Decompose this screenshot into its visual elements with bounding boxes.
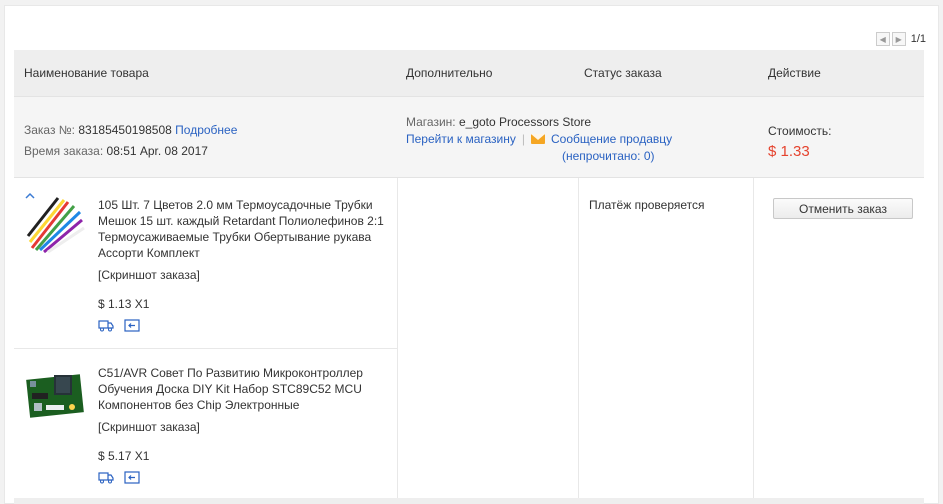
cost-value: $ 1.33 [768,143,810,160]
header-status: Статус заказа [584,66,662,80]
message-seller-link[interactable]: Сообщение продавцу [551,132,672,146]
list-item: C51/AVR Совет По Развитию Микроконтролле… [14,349,397,500]
order-number: 83185450198508 [78,123,172,137]
column-divider [578,178,579,500]
cancel-order-button[interactable]: Отменить заказ [773,198,913,219]
order-header: Заказ №: 83185450198508 Подробнее Время … [14,96,924,178]
go-to-store-link[interactable]: Перейти к магазину [406,132,516,146]
store-name: e_goto Processors Store [458,115,592,129]
order-number-label: Заказ №: [24,123,76,137]
separator: | [521,132,525,146]
list-item: 105 Шт. 7 Цветов 2.0 мм Термоусадочные Т… [14,178,397,349]
header-action: Действие [768,66,821,80]
column-divider [753,178,754,500]
product-thumbnail-heat-shrink[interactable] [24,192,86,254]
order-time: 08:51 Apr. 08 2017 [106,144,208,158]
product-price-qty: $ 1.13 X1 [98,297,150,311]
next-page-icon[interactable]: ▶ [891,32,906,46]
shipping-truck-icon[interactable] [98,319,114,332]
order-screenshot-link[interactable]: [Скриншот заказа] [98,419,392,435]
next-order-strip [14,498,924,504]
order-time-label: Время заказа: [24,144,104,158]
store-label: Магазин: [406,115,456,129]
table-header: Наименование товара Дополнительно Статус… [14,50,924,96]
order-details-link[interactable]: Подробнее [175,123,237,137]
product-info: C51/AVR Совет По Развитию Микроконтролле… [98,365,392,484]
column-divider [397,178,398,500]
page-indicator: 1/1 [910,33,926,45]
store-info: Магазин: e_goto Processors Store Перейти… [406,114,672,165]
order-body: 105 Шт. 7 Цветов 2.0 мм Термоусадочные Т… [14,178,924,500]
unread-count-link[interactable]: (непрочитано: 0) [406,148,672,165]
product-info: 105 Шт. 7 Цветов 2.0 мм Термоусадочные Т… [98,197,392,332]
order-info: Заказ №: 83185450198508 Подробнее Время … [24,120,237,162]
cost-label: Стоимость: [768,124,832,138]
order-status: Платёж проверяется [589,198,705,212]
shipping-truck-icon[interactable] [98,471,114,484]
header-product-name: Наименование товара [24,66,149,80]
header-extra: Дополнительно [406,66,493,80]
order-screenshot-link[interactable]: [Скриншот заказа] [98,267,392,283]
product-title[interactable]: C51/AVR Совет По Развитию Микроконтролле… [98,365,392,413]
pagination: ◀ ▶ 1/1 [875,32,926,46]
product-title[interactable]: 105 Шт. 7 Цветов 2.0 мм Термоусадочные Т… [98,197,392,261]
product-price-qty: $ 5.17 X1 [98,449,150,463]
prev-page-icon[interactable]: ◀ [875,32,890,46]
return-box-icon[interactable] [124,471,140,484]
product-thumbnail-dev-board[interactable] [24,363,86,425]
envelope-icon[interactable] [531,134,545,144]
return-box-icon[interactable] [124,319,140,332]
order-cost: Стоимость: $ 1.33 [768,124,831,160]
unread-count: 0 [643,149,651,163]
